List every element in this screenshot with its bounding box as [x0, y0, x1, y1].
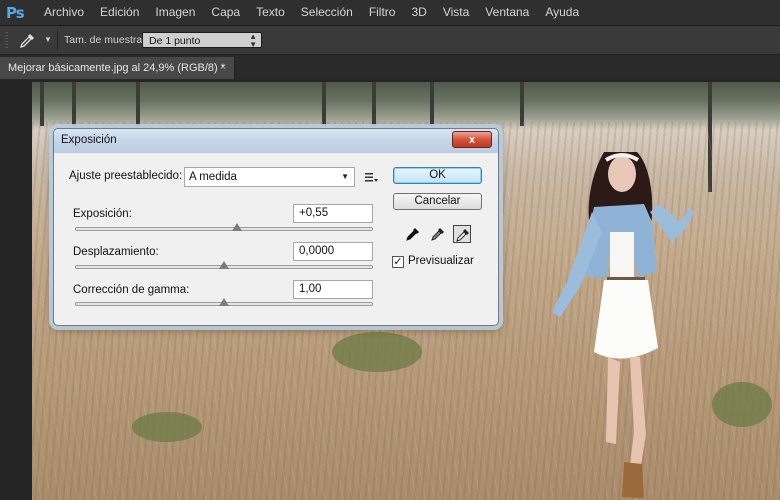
cancel-button[interactable]: Cancelar [393, 193, 482, 210]
tool-preset-picker[interactable]: ▼ [18, 31, 52, 49]
eyedropper-icon [19, 34, 34, 49]
gray-point-eyedropper[interactable] [429, 225, 447, 243]
exposure-value: +0,55 [299, 207, 329, 219]
black-point-eyedropper-icon [406, 228, 419, 241]
menu-vista[interactable]: Vista [435, 0, 477, 25]
offset-slider-thumb[interactable] [219, 261, 229, 269]
exposure-field[interactable]: +0,55 [293, 204, 373, 223]
dialog-title: Exposición [61, 134, 117, 146]
tree-trunk [136, 82, 140, 126]
menu-capa[interactable]: Capa [203, 0, 248, 25]
close-icon[interactable]: × [220, 57, 226, 79]
grass-bush [332, 332, 422, 372]
chevron-down-icon: ▼ [44, 35, 52, 44]
document-tab[interactable]: Mejorar básicamente.jpg al 24,9% (RGB/8)… [0, 57, 235, 79]
menu-imagen[interactable]: Imagen [147, 0, 203, 25]
grass-bush [132, 412, 202, 442]
options-bar-grip[interactable] [5, 32, 8, 48]
updown-arrows-icon: ▲ ▼ [249, 32, 257, 49]
gamma-field[interactable]: 1,00 [293, 280, 373, 299]
preset-value: A medida [189, 171, 237, 183]
ok-button[interactable]: OK [393, 167, 482, 184]
dialog-close-button[interactable]: x [452, 131, 492, 148]
sample-size-label: Tam. de muestra: [64, 34, 146, 46]
gamma-value: 1,00 [299, 283, 322, 295]
offset-slider[interactable] [75, 261, 373, 269]
exposure-slider[interactable] [75, 223, 373, 231]
options-separator [57, 30, 58, 50]
preset-options-menu[interactable] [363, 169, 379, 185]
dialog-titlebar[interactable]: Exposición x [54, 129, 498, 153]
gamma-label: Corrección de gamma: [73, 284, 190, 296]
offset-field[interactable]: 0,0000 [293, 242, 373, 261]
tree-trunk [40, 82, 44, 126]
offset-value: 0,0000 [299, 245, 335, 257]
exposure-label: Exposición: [73, 208, 132, 220]
gamma-slider[interactable] [75, 298, 373, 306]
menu-ventana[interactable]: Ventana [477, 0, 537, 25]
sample-size-select[interactable]: De 1 punto ▲ ▼ [142, 32, 262, 49]
exposure-dialog: Exposición x Ajuste preestablecido: A me… [53, 128, 499, 326]
list-menu-icon [365, 173, 378, 182]
offset-label: Desplazamiento: [73, 246, 159, 258]
preset-select[interactable]: A medida ▼ [184, 167, 355, 187]
white-point-eyedropper[interactable] [453, 225, 471, 243]
grass-bush [712, 382, 772, 427]
menu-3d[interactable]: 3D [403, 0, 434, 25]
white-point-eyedropper-icon [456, 229, 469, 242]
preview-label: Previsualizar [408, 255, 474, 267]
girl-figure [552, 152, 694, 498]
document-tab-title: Mejorar básicamente.jpg al 24,9% (RGB/8)… [8, 62, 226, 74]
menu-bar: Ps Archivo Edición Imagen Capa Texto Sel… [0, 0, 780, 26]
photoshop-logo: Ps [6, 3, 25, 22]
menu-texto[interactable]: Texto [248, 0, 293, 25]
menu-archivo[interactable]: Archivo [36, 0, 92, 25]
options-bar: ▼ Tam. de muestra: De 1 punto ▲ ▼ [0, 26, 780, 55]
gamma-slider-thumb[interactable] [219, 298, 229, 306]
tree-trunk [322, 82, 326, 126]
menu-edicion[interactable]: Edición [92, 0, 147, 25]
menu-ayuda[interactable]: Ayuda [537, 0, 587, 25]
preset-label: Ajuste preestablecido: [69, 170, 183, 182]
exposure-slider-thumb[interactable] [232, 223, 243, 231]
tree-trunk [72, 82, 76, 126]
sample-size-value: De 1 punto [149, 35, 201, 47]
black-point-eyedropper[interactable] [404, 225, 422, 243]
document-tab-strip: Mejorar básicamente.jpg al 24,9% (RGB/8)… [0, 55, 780, 79]
tree-trunk [372, 82, 376, 126]
gray-point-eyedropper-icon [431, 228, 444, 241]
tree-trunk [430, 82, 434, 126]
menu-seleccion[interactable]: Selección [293, 0, 361, 25]
menu-filtro[interactable]: Filtro [361, 0, 404, 25]
preview-checkbox[interactable]: ✓ [392, 256, 404, 268]
chevron-down-icon: ▼ [341, 172, 349, 181]
